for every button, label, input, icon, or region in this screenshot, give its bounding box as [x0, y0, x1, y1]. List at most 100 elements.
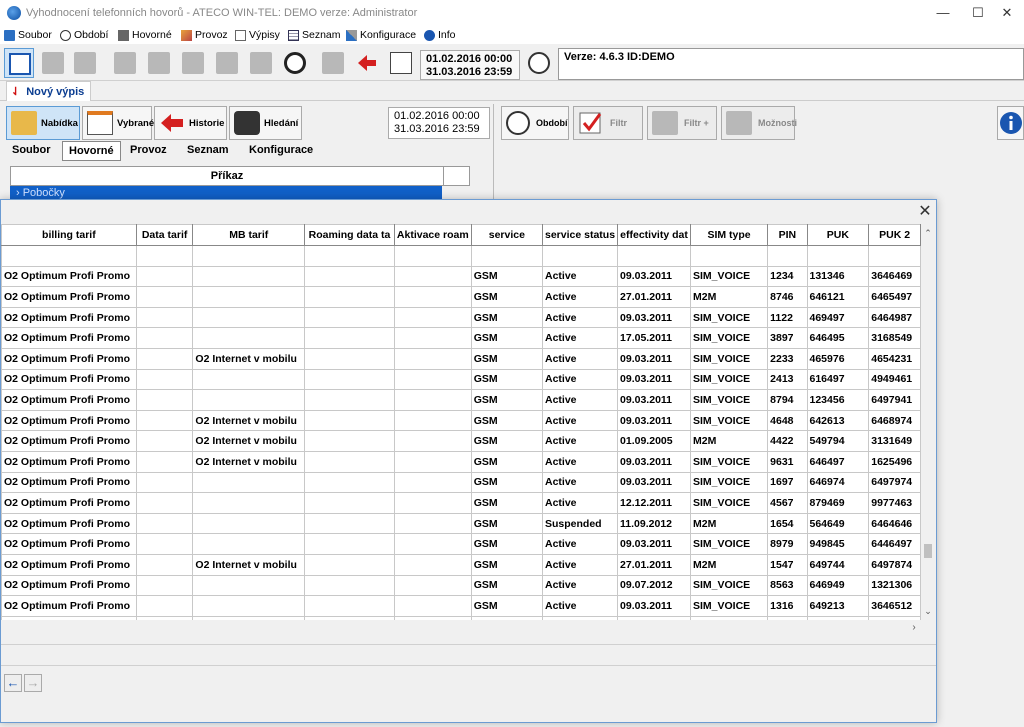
tab-konfigurace[interactable]: Konfigurace: [243, 141, 319, 161]
menu-seznam[interactable]: Seznam: [288, 28, 341, 42]
table-cell: Active: [541, 492, 619, 514]
table-row[interactable]: O2 Optimum Profi Promo O2 Internet v mobi…: [1, 450, 921, 473]
menu-info[interactable]: Info: [424, 28, 456, 42]
table-row[interactable]: O2 Optimum Profi Promo GSM Active 09.07.201…: [1, 574, 921, 597]
scroll-thumb[interactable]: [924, 544, 932, 558]
chart-view-button[interactable]: [70, 48, 100, 78]
menu-vypisy[interactable]: Výpisy: [235, 28, 280, 42]
tab-provoz[interactable]: Provoz: [124, 141, 173, 161]
prikaz-column-header[interactable]: Příkaz: [10, 166, 444, 186]
table-row[interactable]: O2 Optimum Profi Promo GSM Active 09.03.201…: [1, 265, 921, 288]
button-label: Hledání: [264, 117, 299, 129]
horizontal-scrollbar[interactable]: ›: [1, 620, 921, 636]
table-cell: 6465497: [868, 286, 921, 308]
table-row[interactable]: O2 Optimum Profi Promo GSM Active 27.01.201…: [1, 286, 921, 308]
zoom-button[interactable]: [280, 48, 310, 78]
period-clock-button[interactable]: [524, 48, 554, 78]
column-header[interactable]: service: [470, 224, 543, 246]
info-button[interactable]: [997, 106, 1024, 140]
table-cell: Active: [541, 595, 619, 617]
nav-back-button[interactable]: ←: [4, 674, 22, 692]
table-cell: [192, 265, 306, 288]
table-cell: SIM_VOICE: [689, 409, 769, 432]
table-row[interactable]: [1, 245, 921, 267]
window-title: Vyhodnocení telefonních hovorů - ATECO W…: [26, 7, 418, 19]
print-button[interactable]: [212, 48, 242, 78]
table-cell: 09.03.2011: [617, 265, 691, 288]
tab-novy-vypis[interactable]: ⇃ Nový výpis: [6, 81, 92, 101]
column-header[interactable]: Aktivace roam: [393, 224, 472, 246]
sim-table: billing tarif Data tarif MB tarif Roaming d…: [1, 224, 921, 620]
filtr-plus-button[interactable]: Filtr +: [647, 106, 717, 140]
table-row[interactable]: O2 Optimum Profi Promo GSM Active 12.12.201…: [1, 492, 921, 514]
table-row[interactable]: O2 Optimum Profi Promo O2 Internet v mobi…: [1, 347, 921, 370]
table-row[interactable]: O2 Optimum Profi Promo O2 Internet v mobi…: [1, 409, 921, 432]
search-binoculars-button[interactable]: [144, 48, 174, 78]
list-view-button[interactable]: [38, 48, 68, 78]
clock-icon: [528, 52, 550, 74]
column-header[interactable]: PUK 2: [868, 224, 921, 246]
open-button[interactable]: [110, 48, 140, 78]
scroll-down-icon[interactable]: ⌄: [921, 604, 935, 618]
config-icon: [346, 29, 357, 41]
table-cell: [135, 409, 194, 432]
column-header[interactable]: PUK: [806, 224, 870, 246]
table-row[interactable]: O2 Optimum Profi Promo GSM Active 09.03.201…: [1, 533, 921, 555]
table-row[interactable]: O2 Optimum Profi Promo GSM Suspended 11.09.…: [1, 512, 921, 535]
tab-hovorne[interactable]: Hovorné: [62, 141, 121, 161]
back-button[interactable]: [352, 48, 382, 78]
menu-soubor[interactable]: Soubor: [4, 28, 52, 42]
table-cell: [192, 368, 306, 391]
table-cell: 4648: [767, 409, 808, 432]
table-row[interactable]: O2 Optimum Profi Promo GSM Active 09.03.201…: [1, 306, 921, 329]
export-button[interactable]: [246, 48, 276, 78]
scroll-right-icon[interactable]: ›: [907, 620, 921, 636]
menu-hovorne[interactable]: Hovorné: [118, 28, 172, 42]
historie-button[interactable]: Historie: [154, 106, 227, 140]
nav-forward-button[interactable]: →: [24, 674, 42, 692]
table-cell: O2 Optimum Profi Promo: [1, 471, 137, 494]
table-row[interactable]: O2 Optimum Profi Promo GSM Active 09.03.201…: [1, 471, 921, 494]
column-header[interactable]: MB tarif: [192, 224, 306, 246]
menu-obdobi[interactable]: Období: [60, 28, 108, 42]
column-header[interactable]: billing tarif: [1, 224, 137, 246]
scroll-up-icon[interactable]: ⌃: [921, 226, 935, 240]
column-header[interactable]: PIN: [767, 224, 808, 246]
table-row[interactable]: O2 Optimum Profi Promo GSM Active 17.05.201…: [1, 327, 921, 349]
vertical-scrollbar[interactable]: ⌃ ⌄: [921, 224, 935, 620]
column-header[interactable]: service status: [541, 224, 619, 246]
document-view-button[interactable]: [4, 48, 34, 78]
table-cell: 549794: [806, 430, 870, 452]
table-row[interactable]: O2 Optimum Profi Promo GSM Active 09.03.201…: [1, 595, 921, 617]
table-row[interactable]: O2 Optimum Profi Promo GSM Active 09.03.201…: [1, 368, 921, 391]
vybrane-button[interactable]: Vybrané: [82, 106, 154, 140]
close-window-button[interactable]: ✕: [990, 0, 1024, 26]
table-row[interactable]: O2 Optimum Profi Promo O2 Internet v mobi…: [1, 553, 921, 576]
moznosti-button[interactable]: Možnosti: [721, 106, 797, 140]
table-cell: O2 Optimum Profi Promo: [1, 409, 137, 432]
list-item[interactable]: › Pobočky: [10, 186, 442, 200]
column-header[interactable]: SIM type: [689, 224, 769, 246]
filtr-button[interactable]: Filtr: [573, 106, 643, 140]
table-cell: [393, 327, 472, 349]
obdobi-button[interactable]: Období: [501, 106, 569, 140]
menu-konfigurace[interactable]: Konfigurace: [346, 28, 416, 42]
nabidka-button[interactable]: Nabídka: [6, 106, 80, 140]
pin-icon[interactable]: ⇃: [11, 85, 20, 98]
dialog-close-button[interactable]: ✕: [916, 203, 934, 221]
table-cell: [135, 430, 194, 452]
sort-button[interactable]: [178, 48, 208, 78]
tab-seznam[interactable]: Seznam: [181, 141, 235, 161]
menu-provoz[interactable]: Provoz: [181, 28, 228, 42]
column-header[interactable]: Roaming data ta: [304, 224, 395, 246]
column-header[interactable]: effectivity dat: [617, 224, 691, 246]
column-header[interactable]: Data tarif: [135, 224, 194, 246]
table-cell: Active: [541, 389, 619, 411]
redo-button[interactable]: [318, 48, 348, 78]
table-row[interactable]: O2 Optimum Profi Promo O2 Internet v mobi…: [1, 430, 921, 452]
hledani-button[interactable]: Hledání: [229, 106, 302, 140]
table-row[interactable]: O2 Optimum Profi Promo GSM Active 09.03.201…: [1, 389, 921, 411]
tab-soubor[interactable]: Soubor: [6, 141, 57, 161]
table-cell: 2233: [767, 347, 808, 370]
report-button[interactable]: [386, 48, 416, 78]
